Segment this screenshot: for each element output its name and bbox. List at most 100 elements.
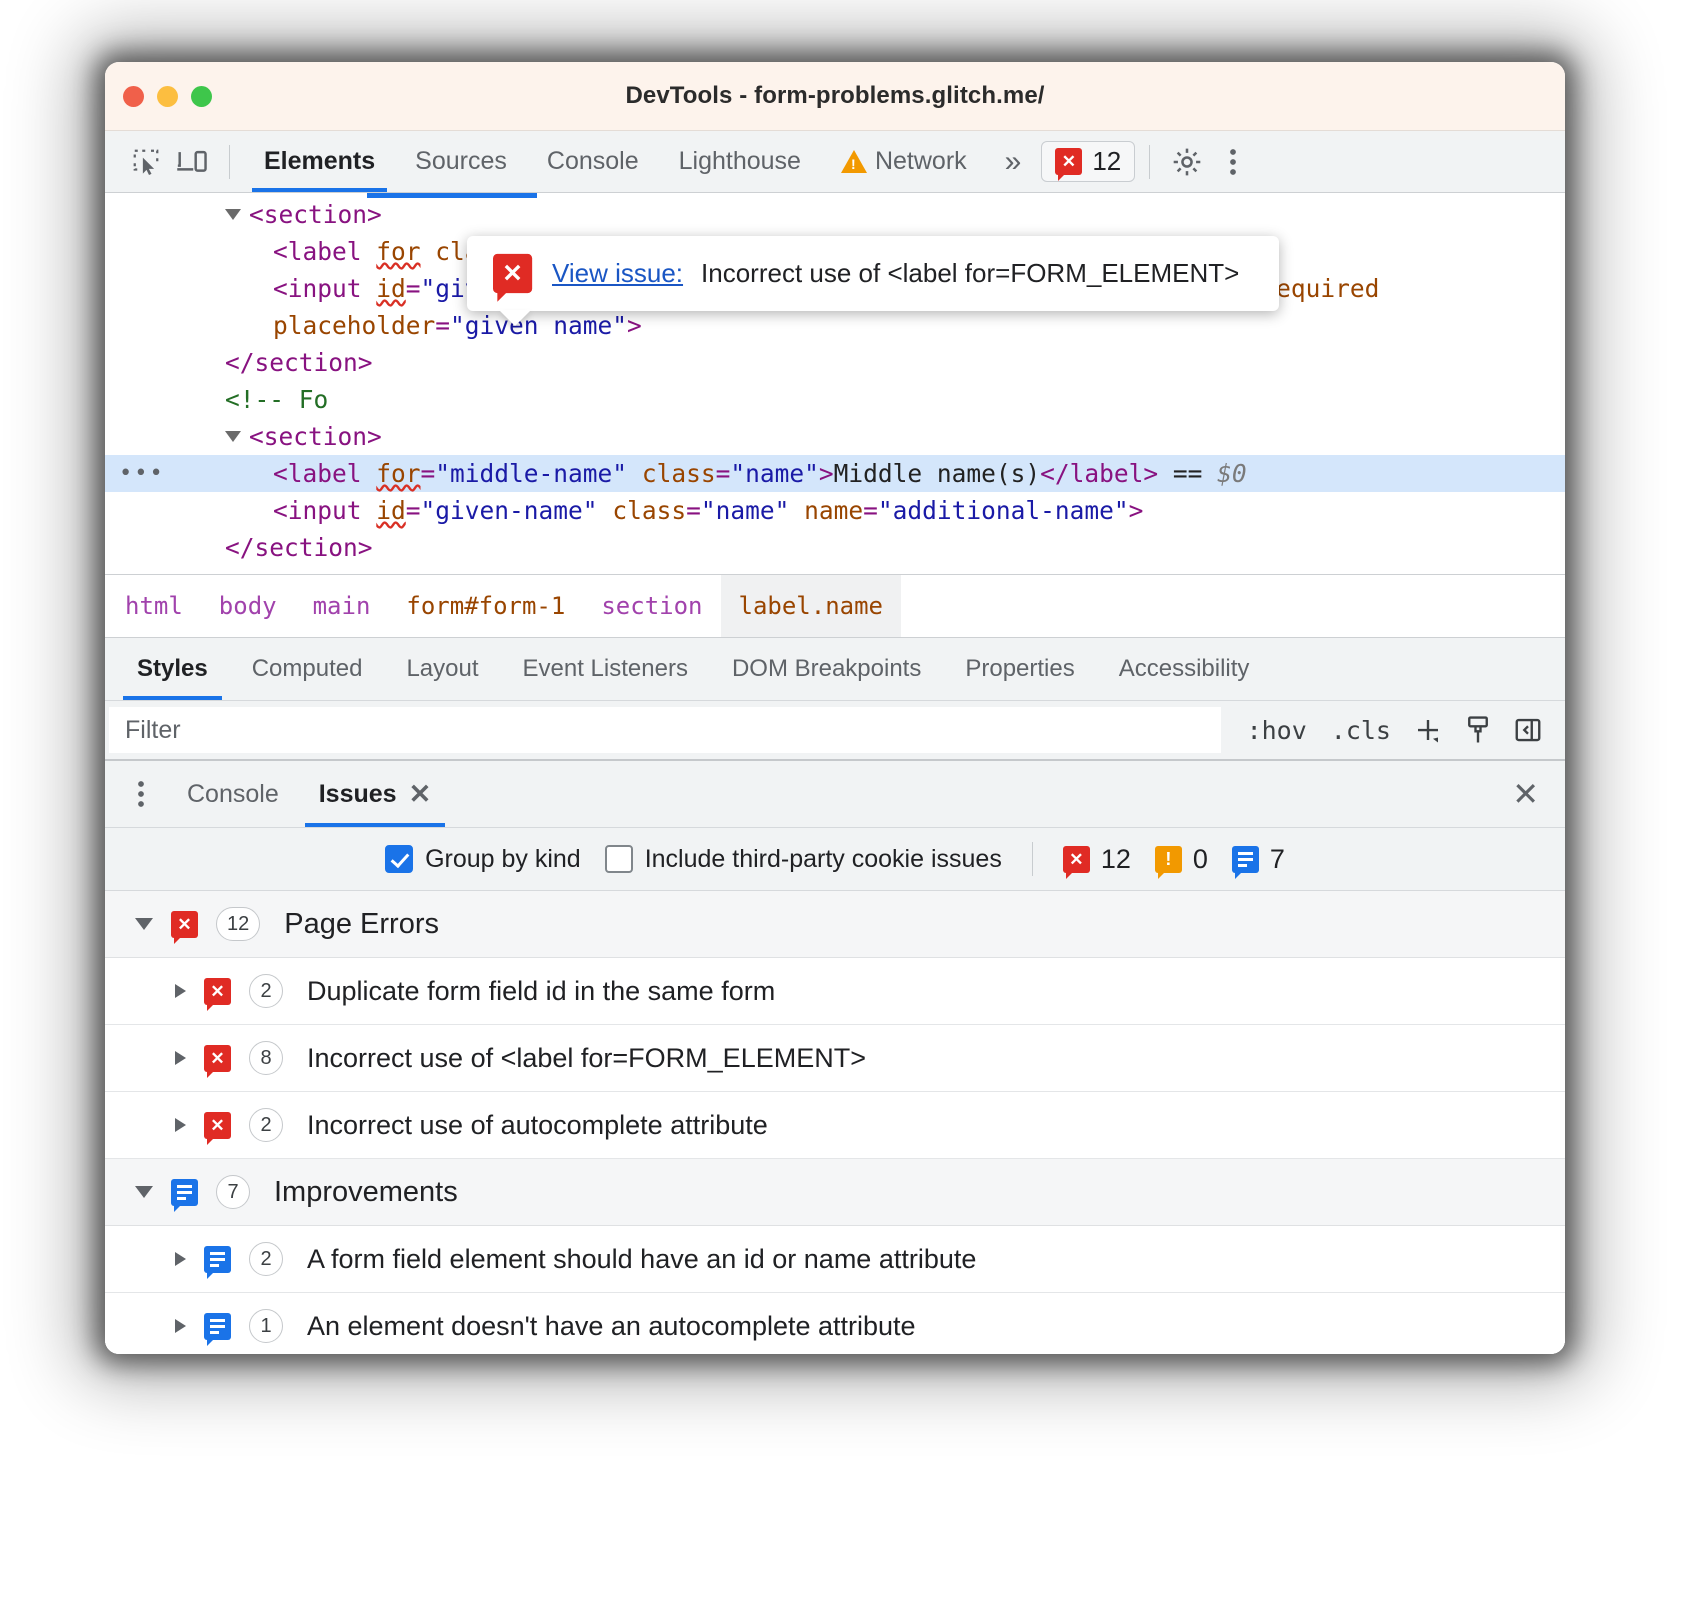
dom-token: </section> — [225, 533, 373, 562]
chevron-right-icon[interactable] — [175, 1319, 186, 1333]
styles-filter-input[interactable] — [109, 707, 1221, 753]
dom-tree[interactable]: <section><label for class="name" name="f… — [105, 193, 1565, 574]
issue-group-row[interactable]: 7Improvements — [105, 1159, 1565, 1226]
dom-line-section-close-1[interactable]: </section> — [105, 344, 1565, 381]
tab-console-label: Console — [547, 147, 639, 176]
window-titlebar: DevTools - form-problems.glitch.me/ — [105, 62, 1565, 131]
error-badge-icon: ✕ — [204, 1112, 231, 1139]
breadcrumb-item-main[interactable]: main — [295, 575, 389, 637]
tab-network[interactable]: Network — [821, 131, 987, 192]
tab-console[interactable]: Console — [527, 131, 659, 192]
info-badge-icon — [204, 1246, 231, 1273]
toolbar-divider — [229, 145, 230, 179]
issue-row[interactable]: ✕2Incorrect use of autocomplete attribut… — [105, 1092, 1565, 1159]
dom-line-gutter[interactable]: ••• — [119, 455, 165, 492]
drawer-tab-console[interactable]: Console — [167, 761, 299, 827]
sidebar-tab-event-listeners[interactable]: Event Listeners — [501, 638, 710, 700]
chevron-double-right-icon[interactable]: » — [987, 145, 1036, 179]
close-window-button[interactable] — [123, 86, 144, 107]
error-count-chip[interactable]: ✕ 12 — [1041, 141, 1135, 182]
view-issue-link[interactable]: View issue: — [552, 255, 683, 292]
breadcrumb-item-body[interactable]: body — [201, 575, 295, 637]
breadcrumb-item-form-form-1[interactable]: form#form-1 — [388, 575, 583, 637]
kebab-menu-icon[interactable] — [1210, 139, 1256, 185]
breadcrumb-item-html[interactable]: html — [105, 575, 201, 637]
close-icon[interactable]: ✕ — [409, 781, 432, 808]
chevron-right-icon[interactable] — [175, 984, 186, 998]
drawer-tab-issues[interactable]: Issues ✕ — [299, 761, 451, 827]
info-counter[interactable]: 7 — [1232, 844, 1285, 875]
close-drawer-button[interactable]: ✕ — [1512, 761, 1565, 827]
sidebar-tab-layout[interactable]: Layout — [384, 638, 500, 700]
tab-sources[interactable]: Sources — [395, 131, 527, 192]
warning-counter[interactable]: ! 0 — [1155, 844, 1208, 875]
issue-count-badge: 2 — [249, 1242, 283, 1276]
dom-token: <input — [273, 274, 376, 303]
error-counter[interactable]: ✕ 12 — [1063, 844, 1131, 875]
chevron-down-icon[interactable] — [225, 209, 241, 220]
tab-lighthouse[interactable]: Lighthouse — [659, 131, 821, 192]
gear-icon[interactable] — [1164, 139, 1210, 185]
chevron-right-icon[interactable] — [175, 1051, 186, 1065]
tab-elements[interactable]: Elements — [244, 131, 395, 192]
breadcrumb-item-label-name[interactable]: label.name — [721, 575, 902, 637]
issues-toolbar: Group by kind Include third-party cookie… — [105, 828, 1565, 891]
issue-row[interactable]: 1An element doesn't have an autocomplete… — [105, 1293, 1565, 1354]
sidebar-tab-accessibility[interactable]: Accessibility — [1097, 638, 1272, 700]
sidebar-tab-properties[interactable]: Properties — [943, 638, 1096, 700]
plus-new-style-rule-icon[interactable] — [1405, 707, 1451, 753]
devtools-main-toolbar: Elements Sources Console Lighthouse Netw… — [105, 131, 1565, 193]
group-by-kind-checkbox[interactable]: Group by kind — [385, 845, 581, 874]
dom-line-section-open-2[interactable]: <section> — [105, 418, 1565, 455]
issue-title: Incorrect use of autocomplete attribute — [307, 1110, 768, 1141]
dom-line-input-additional-name[interactable]: <input id="given-name" class="name" name… — [105, 492, 1565, 529]
tooltip-arrow — [499, 310, 531, 326]
device-toolbar-icon[interactable] — [169, 139, 215, 185]
chevron-right-icon[interactable] — [175, 1252, 186, 1266]
dom-token: class — [598, 496, 687, 525]
dom-token: placeholder — [273, 311, 435, 340]
maximize-window-button[interactable] — [191, 86, 212, 107]
toggle-hover-state-button[interactable]: :hov — [1237, 716, 1317, 745]
tab-network-label: Network — [875, 147, 967, 176]
issue-row[interactable]: ✕8Incorrect use of <label for=FORM_ELEME… — [105, 1025, 1565, 1092]
dom-token: </section> — [225, 348, 373, 377]
drawer-tab-console-label: Console — [187, 780, 279, 809]
breadcrumb-item-section[interactable]: section — [583, 575, 720, 637]
dom-line-section-open-1[interactable]: <section> — [105, 196, 1565, 233]
dom-line-comment-form[interactable]: <!-- Fo — [105, 381, 1565, 418]
sidebar-tab-computed[interactable]: Computed — [230, 638, 385, 700]
dom-token: for — [376, 459, 420, 488]
error-count-value: 12 — [1092, 146, 1121, 177]
issues-list[interactable]: ✕12Page Errors✕2Duplicate form field id … — [105, 891, 1565, 1354]
sidebar-tab-dom-breakpoints[interactable]: DOM Breakpoints — [710, 638, 943, 700]
dom-token: = — [406, 496, 421, 525]
kebab-menu-icon[interactable] — [115, 761, 167, 827]
toolbar-divider — [1032, 842, 1033, 876]
element-classes-button[interactable]: .cls — [1321, 716, 1401, 745]
dom-line-label-middle-name[interactable]: •••<label for="middle-name" class="name"… — [105, 455, 1565, 492]
chevron-down-icon[interactable] — [135, 918, 153, 930]
issue-count-badge: 2 — [249, 974, 283, 1008]
paintbrush-icon[interactable] — [1455, 707, 1501, 753]
dom-line-input-given-name-cont[interactable]: placeholder="given name"> — [105, 307, 1565, 344]
error-badge-icon: ✕ — [1055, 148, 1082, 175]
minimize-window-button[interactable] — [157, 86, 178, 107]
error-badge-icon: ✕ — [171, 911, 198, 938]
toggle-sidebar-icon[interactable] — [1505, 707, 1551, 753]
chevron-down-icon[interactable] — [135, 1186, 153, 1198]
issue-row[interactable]: ✕2Duplicate form field id in the same fo… — [105, 958, 1565, 1025]
include-third-party-cookie-issues-checkbox[interactable]: Include third-party cookie issues — [605, 845, 1002, 874]
dom-token: </label> — [1040, 459, 1158, 488]
issue-row[interactable]: 2A form field element should have an id … — [105, 1226, 1565, 1293]
inspect-element-icon[interactable] — [123, 139, 169, 185]
dom-token: "given-name" — [421, 496, 598, 525]
issue-group-row[interactable]: ✕12Page Errors — [105, 891, 1565, 958]
issue-count-badge: 1 — [249, 1309, 283, 1343]
chevron-down-icon[interactable] — [225, 431, 241, 442]
sidebar-tab-styles[interactable]: Styles — [115, 638, 230, 700]
toolbar-divider-2 — [1149, 145, 1150, 179]
chevron-right-icon[interactable] — [175, 1118, 186, 1132]
dom-line-section-close-2[interactable]: </section> — [105, 529, 1565, 566]
dom-token: id — [376, 274, 406, 303]
